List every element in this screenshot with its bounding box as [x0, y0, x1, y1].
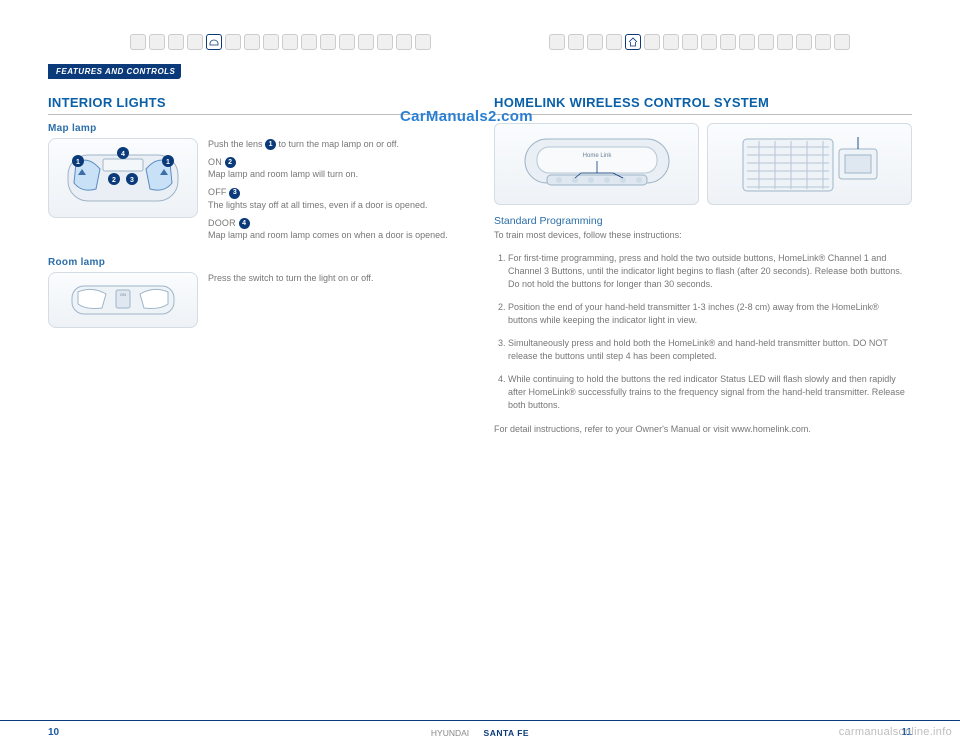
nav-icon: [701, 34, 717, 50]
callout-2: 2: [225, 157, 236, 168]
homelink-illustrations: Home Link: [494, 123, 912, 205]
step-4: While continuing to hold the buttons the…: [508, 373, 912, 412]
watermark-text: CarManuals2.com: [400, 108, 533, 125]
garage-illustration: [707, 123, 912, 205]
nav-icon: [263, 34, 279, 50]
map-lamp-p1b: to turn the map lamp on or off.: [276, 139, 399, 149]
step-1: For first-time programming, press and ho…: [508, 252, 912, 291]
callout-1: 1: [265, 139, 276, 150]
room-lamp-description: Press the switch to turn the light on or…: [208, 272, 373, 328]
room-lamp-block: ON Press the switch to turn the light on…: [48, 272, 466, 328]
nav-icon: [587, 34, 603, 50]
nav-icon: [282, 34, 298, 50]
site-watermark: carmanualsonline.info: [839, 726, 952, 738]
nav-icon: [777, 34, 793, 50]
nav-icon: [225, 34, 241, 50]
step-3: Simultaneously press and hold both the H…: [508, 337, 912, 363]
svg-text:4: 4: [121, 151, 125, 158]
svg-text:1: 1: [166, 159, 170, 166]
nav-icon: [682, 34, 698, 50]
footer-brand: HYUNDAI: [431, 728, 469, 738]
eco-icon: [415, 34, 431, 50]
on-body: Map lamp and room lamp will turn on.: [208, 169, 358, 179]
nav-icon: [758, 34, 774, 50]
page-title-right: HOMELINK WIRELESS CONTROL SYSTEM: [494, 95, 912, 115]
icon-strip-left: [130, 34, 431, 50]
on-label: ON: [208, 157, 225, 167]
nav-icon: [168, 34, 184, 50]
standard-programming-heading: Standard Programming: [494, 215, 912, 227]
left-page: INTERIOR LIGHTS Map lamp 1 1 4 2: [48, 95, 466, 446]
nav-icon: [834, 34, 850, 50]
off-label: OFF: [208, 187, 229, 197]
svg-text:1: 1: [76, 159, 80, 166]
mirror-label: Home Link: [582, 153, 612, 159]
footer: 10 HYUNDAI SANTA FE 11: [0, 720, 960, 742]
callout-3: 3: [229, 188, 240, 199]
nav-icon: [149, 34, 165, 50]
nav-icon: [339, 34, 355, 50]
map-lamp-description: Push the lens 1 to turn the map lamp on …: [208, 138, 448, 247]
svg-text:2: 2: [112, 177, 116, 184]
nav-icon: [568, 34, 584, 50]
nav-icon: [644, 34, 660, 50]
closing-note: For detail instructions, refer to your O…: [494, 423, 912, 436]
manual-spread: FEATURES AND CONTROLS CarManuals2.com IN…: [0, 0, 960, 742]
content-columns: INTERIOR LIGHTS Map lamp 1 1 4 2: [48, 95, 912, 446]
nav-icon: [358, 34, 374, 50]
home-icon: [625, 34, 641, 50]
right-page: HOMELINK WIRELESS CONTROL SYSTEM Home Li…: [494, 95, 912, 446]
room-lamp-body: Press the switch to turn the light on or…: [208, 272, 373, 284]
nav-icon: [396, 34, 412, 50]
nav-icon: [606, 34, 622, 50]
std-intro: To train most devices, follow these inst…: [494, 229, 912, 242]
mirror-illustration: Home Link: [494, 123, 699, 205]
footer-center: HYUNDAI SANTA FE: [431, 728, 529, 738]
nav-icon: [130, 34, 146, 50]
programming-steps: For first-time programming, press and ho…: [494, 252, 912, 412]
car-icon: [206, 34, 222, 50]
nav-icon: [301, 34, 317, 50]
map-lamp-p1a: Push the lens: [208, 139, 265, 149]
nav-icon: [377, 34, 393, 50]
map-lamp-illustration: 1 1 4 2 3: [48, 138, 198, 218]
standard-programming-body: To train most devices, follow these inst…: [494, 229, 912, 436]
footer-model: SANTA FE: [484, 728, 530, 738]
nav-icon: [549, 34, 565, 50]
room-lamp-illustration: ON: [48, 272, 198, 328]
nav-icon: [739, 34, 755, 50]
nav-icon: [187, 34, 203, 50]
callout-4: 4: [239, 218, 250, 229]
step-2: Position the end of your hand-held trans…: [508, 301, 912, 327]
section-tab: FEATURES AND CONTROLS: [48, 64, 181, 79]
nav-icon: [720, 34, 736, 50]
nav-icon: [815, 34, 831, 50]
nav-icon: [796, 34, 812, 50]
nav-icon: [320, 34, 336, 50]
icon-strip-right: [549, 34, 850, 50]
svg-text:ON: ON: [120, 292, 126, 297]
page-number-left: 10: [48, 727, 59, 738]
svg-text:3: 3: [130, 177, 134, 184]
map-lamp-block: 1 1 4 2 3 Push the lens 1 to turn the ma…: [48, 138, 466, 247]
door-label: DOOR: [208, 218, 239, 228]
door-body: Map lamp and room lamp comes on when a d…: [208, 230, 448, 240]
off-body: The lights stay off at all times, even i…: [208, 200, 427, 210]
nav-icon: [663, 34, 679, 50]
room-lamp-heading: Room lamp: [48, 257, 466, 268]
nav-icon: [244, 34, 260, 50]
